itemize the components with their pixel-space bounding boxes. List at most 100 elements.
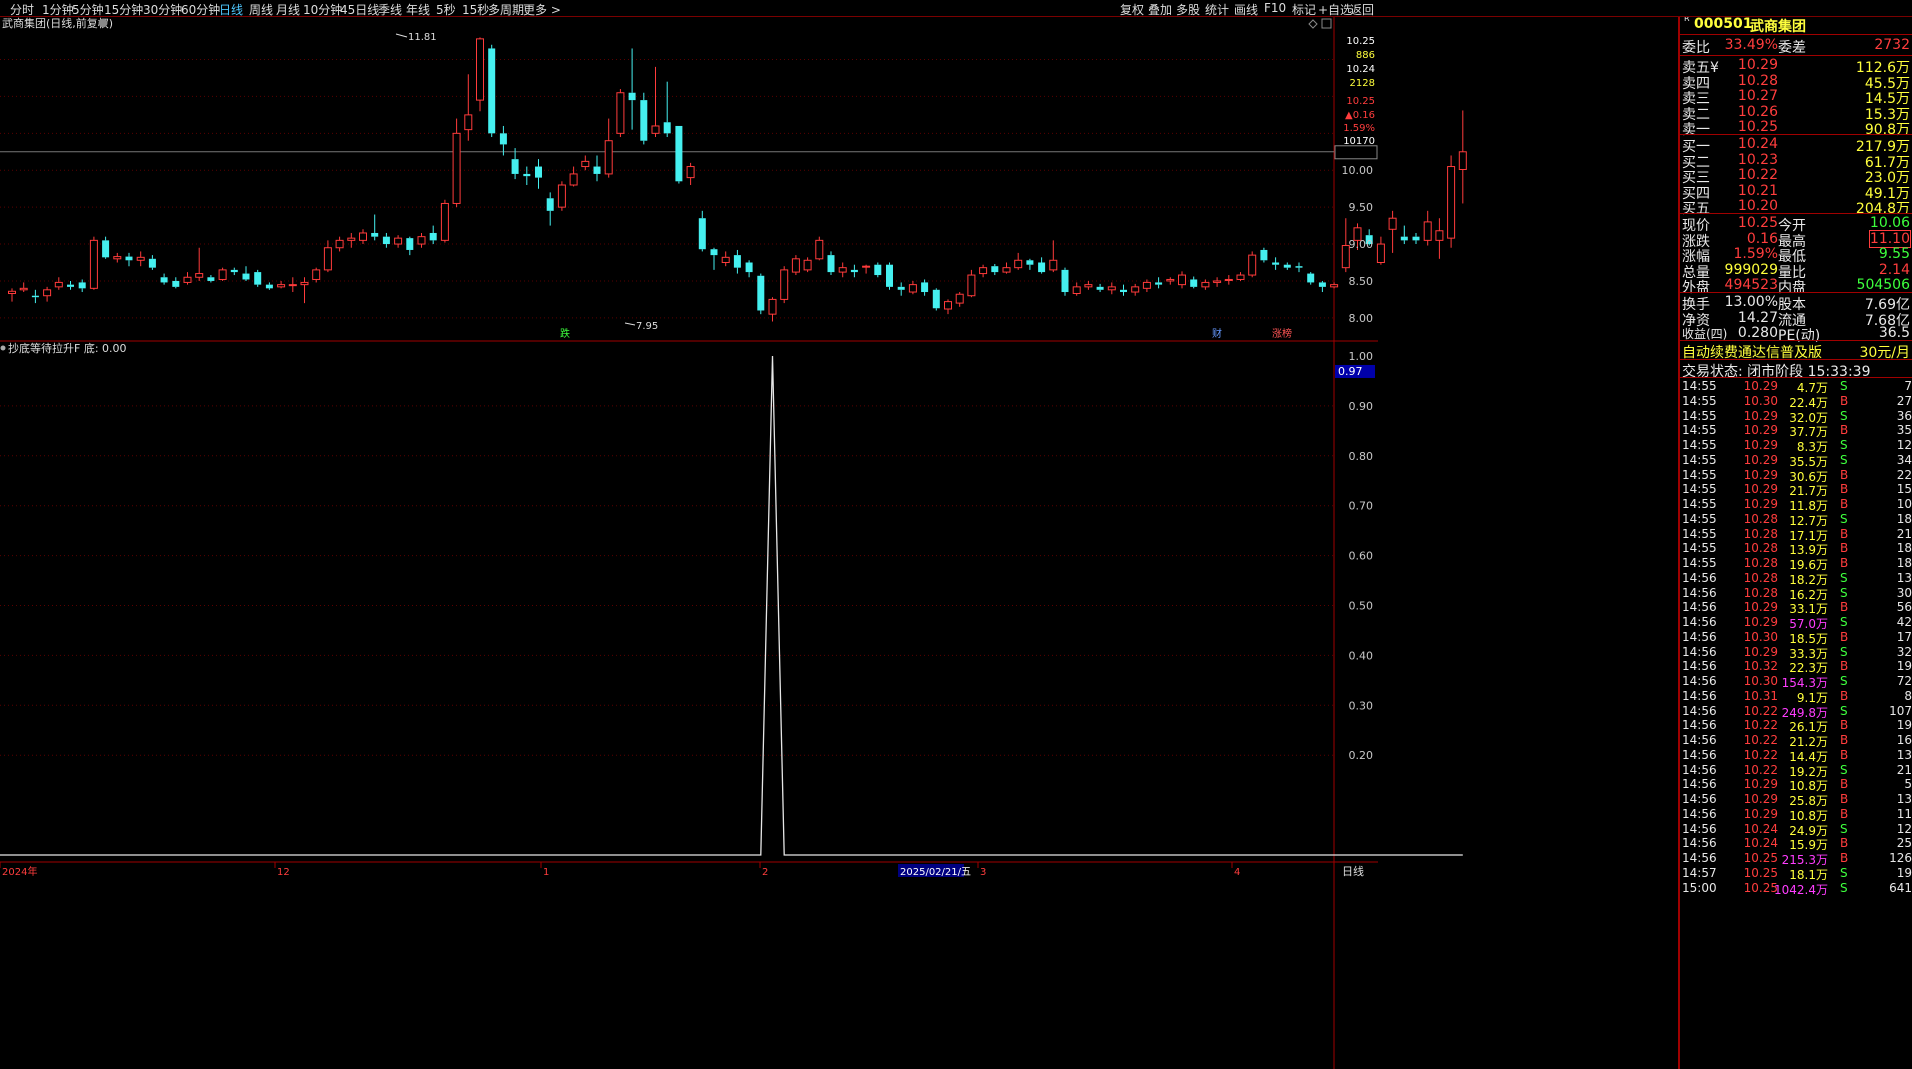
candle-body bbox=[815, 239, 824, 260]
tick-count: 30 bbox=[1896, 585, 1912, 600]
candle-body bbox=[1002, 267, 1011, 273]
candle-body bbox=[242, 273, 250, 280]
candle-body bbox=[955, 293, 964, 304]
diamond-icon[interactable] bbox=[1308, 19, 1318, 29]
candle bbox=[604, 118, 613, 178]
candle bbox=[394, 235, 403, 248]
tick-count: 22 bbox=[1896, 467, 1912, 482]
low-price-label: 7.95 bbox=[636, 321, 658, 332]
candle bbox=[406, 236, 414, 256]
tick-price: 10.28 bbox=[1743, 511, 1778, 526]
candle-body bbox=[476, 38, 484, 101]
tick-side: S bbox=[1840, 615, 1848, 629]
candle bbox=[488, 44, 496, 138]
candle bbox=[19, 282, 28, 293]
candle bbox=[277, 280, 286, 289]
candle-body bbox=[581, 160, 590, 168]
candle-body bbox=[850, 269, 858, 273]
cursor-info-value: ▲0.16 bbox=[1345, 110, 1375, 121]
candle-body bbox=[838, 267, 847, 273]
candle bbox=[1248, 251, 1257, 278]
candle-body bbox=[1084, 284, 1093, 288]
tick-count: 56 bbox=[1896, 600, 1912, 615]
candle-body bbox=[1107, 286, 1116, 291]
candle-body bbox=[1142, 281, 1151, 289]
tick-side: B bbox=[1840, 836, 1849, 851]
tick-time: 14:56 bbox=[1682, 747, 1717, 762]
candle-body bbox=[979, 267, 988, 275]
candle-body bbox=[780, 269, 789, 300]
tick-price: 10.29 bbox=[1743, 792, 1778, 806]
candle-body bbox=[1330, 284, 1339, 288]
candle bbox=[686, 162, 695, 185]
candle bbox=[1072, 282, 1081, 296]
candle bbox=[979, 264, 988, 278]
candle-body bbox=[347, 237, 356, 241]
tick-side: B bbox=[1840, 482, 1849, 497]
candle bbox=[886, 262, 893, 290]
indicator-dot-icon bbox=[0, 345, 6, 351]
tick-price: 10.28 bbox=[1743, 570, 1778, 585]
tick-time: 14:55 bbox=[1682, 482, 1717, 497]
stat-value-2: 10.06 bbox=[1869, 215, 1910, 231]
tick-time: 14:56 bbox=[1682, 615, 1717, 629]
candle bbox=[651, 66, 660, 138]
candle-body bbox=[207, 277, 215, 281]
tick-time: 14:56 bbox=[1682, 644, 1717, 659]
candle bbox=[1376, 236, 1385, 265]
tick-time: 14:56 bbox=[1682, 629, 1717, 644]
tick-side: B bbox=[1840, 718, 1849, 733]
tick-price: 10.24 bbox=[1743, 836, 1778, 851]
candle bbox=[1236, 272, 1245, 281]
candle bbox=[1014, 252, 1023, 270]
candle bbox=[195, 247, 204, 281]
candle-body bbox=[675, 125, 683, 182]
osc-tick-label: 0.90 bbox=[1349, 400, 1374, 413]
candle bbox=[991, 263, 999, 276]
candle-body bbox=[1458, 151, 1467, 171]
candle bbox=[1084, 280, 1093, 290]
tick-price: 10.22 bbox=[1743, 733, 1778, 747]
tick-time: 14:55 bbox=[1682, 379, 1717, 393]
candle bbox=[546, 192, 554, 226]
cursor-info-value: 10.25 bbox=[1346, 36, 1375, 47]
tick-price: 10.29 bbox=[1743, 497, 1778, 511]
r-icon: R bbox=[1684, 17, 1690, 23]
weibi-row: 委比 33.49% 委差 2732 bbox=[1680, 36, 1912, 56]
candle-body bbox=[136, 256, 145, 261]
tick-side: S bbox=[1840, 379, 1848, 393]
price-tick-label: 9.00 bbox=[1349, 238, 1374, 251]
cursor-info-value: 886 bbox=[1356, 50, 1375, 61]
candle bbox=[908, 280, 917, 295]
candle-body bbox=[628, 92, 636, 101]
candle bbox=[312, 267, 321, 283]
candle-body bbox=[640, 100, 648, 141]
tick-volume: 1042.4万 bbox=[1774, 882, 1828, 897]
candle-body bbox=[1272, 262, 1280, 265]
price-tick-label: 9.50 bbox=[1349, 201, 1374, 214]
tick-count: 35 bbox=[1896, 423, 1912, 438]
candle bbox=[452, 118, 461, 208]
tick-time: 14:55 bbox=[1682, 556, 1717, 570]
candle-body bbox=[335, 239, 344, 249]
title-dropdown-icon[interactable] bbox=[98, 18, 108, 28]
candle bbox=[148, 255, 156, 270]
candle-body bbox=[113, 256, 122, 260]
tick-side: S bbox=[1840, 438, 1848, 452]
tick-price: 10.22 bbox=[1743, 762, 1778, 777]
candle-body bbox=[967, 274, 976, 297]
candle-body bbox=[886, 264, 893, 287]
candle-body bbox=[1412, 236, 1420, 241]
candle-body bbox=[862, 265, 871, 268]
candle bbox=[710, 247, 718, 270]
chart-area[interactable]: 10.00 9.50 9.00 8.50 8.00 1.00 0.90 0.80 0.70 0.6… bbox=[0, 0, 1678, 1069]
candle bbox=[1049, 240, 1058, 273]
osc-tick-label: 0.30 bbox=[1349, 699, 1374, 712]
candle bbox=[254, 269, 262, 287]
candle-body bbox=[593, 166, 601, 174]
bid-price: 10.21 bbox=[1737, 182, 1778, 199]
tick-side: S bbox=[1840, 674, 1848, 688]
maximize-icon[interactable] bbox=[1321, 18, 1332, 29]
candle bbox=[1423, 210, 1432, 246]
candle-body bbox=[488, 48, 496, 134]
